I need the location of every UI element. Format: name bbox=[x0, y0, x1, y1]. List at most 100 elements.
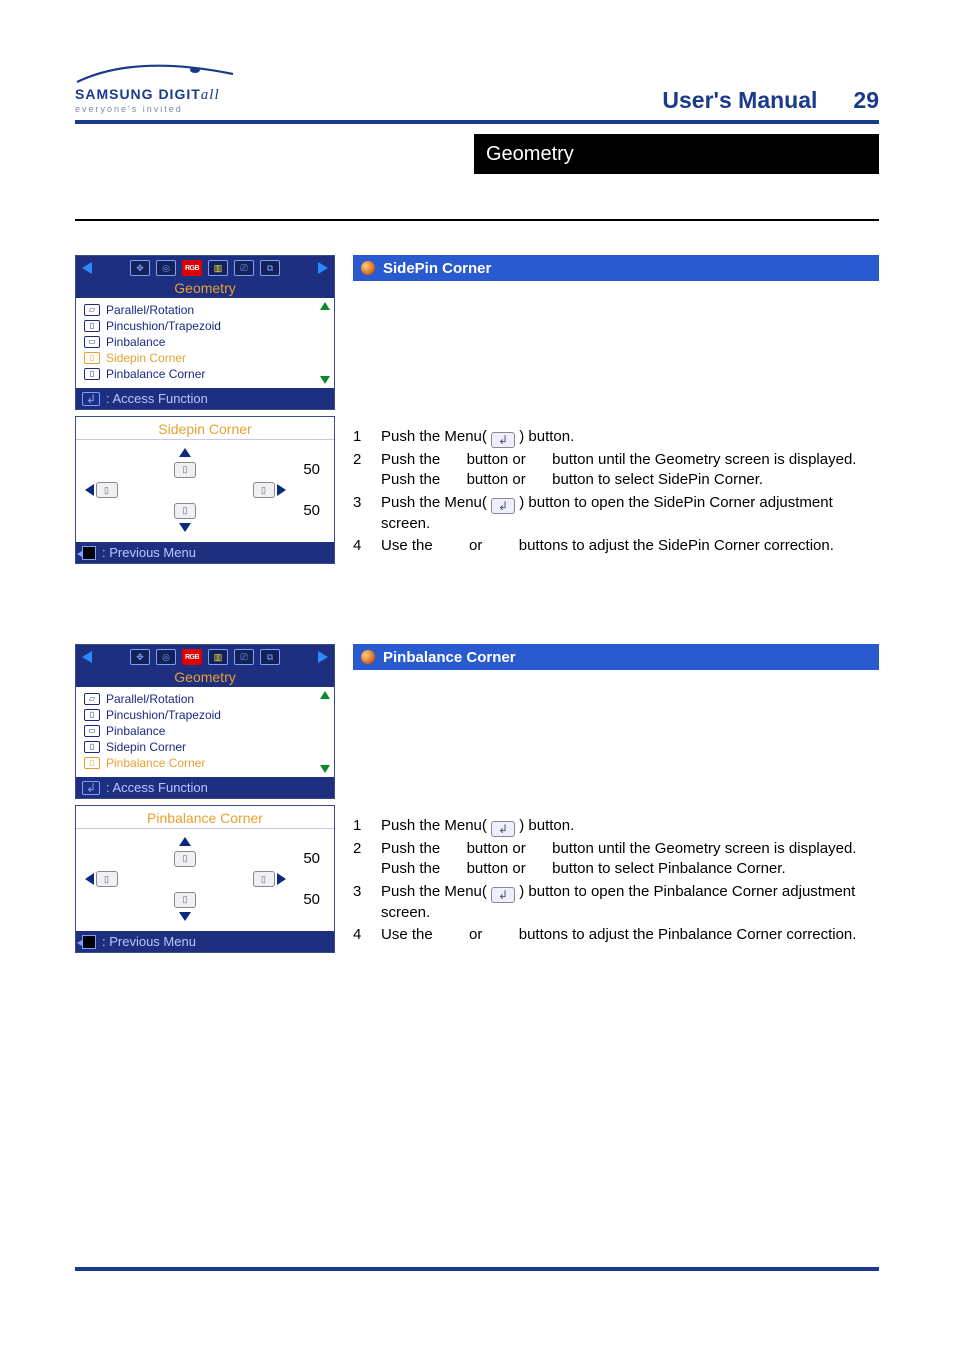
arrow-left-icon[interactable] bbox=[85, 484, 94, 496]
step: Use the or buttons to adjust the SidePin… bbox=[353, 536, 879, 556]
section-sidepin-corner: ✥ ◎ RGB ▥ ⎚ ⧉ Geometry ▱Parallel/Rotatio… bbox=[75, 255, 879, 564]
osd-access-hint: ↲ : Access Function bbox=[76, 777, 334, 798]
position-icon[interactable]: ✥ bbox=[130, 260, 150, 276]
section-banner: On-Screen Display Geometry bbox=[75, 134, 879, 174]
list-item[interactable]: ▯Sidepin Corner bbox=[84, 739, 326, 755]
enter-icon: ↲ bbox=[82, 781, 100, 795]
arrow-right-icon[interactable] bbox=[277, 484, 286, 496]
geometry-row-icon: ▯ bbox=[84, 741, 100, 753]
step: Push the button or button until the Geom… bbox=[353, 839, 879, 880]
osd-adjust-pinbalance: Pinbalance Corner ▯50 ▯ ▯ ▯50 : Previous… bbox=[75, 805, 335, 953]
menu-button-icon: ↲ bbox=[491, 887, 515, 903]
value-top: 50 bbox=[303, 850, 324, 867]
list-item-label: Pinbalance bbox=[106, 334, 165, 350]
geometry-row-icon: ▱ bbox=[84, 693, 100, 705]
list-item[interactable]: ▯Pinbalance Corner bbox=[84, 366, 326, 382]
geometry-row-icon: ▱ bbox=[84, 304, 100, 316]
exit-icon bbox=[82, 935, 96, 949]
arrow-up-icon[interactable] bbox=[179, 448, 191, 457]
nav-right-icon[interactable] bbox=[318, 262, 328, 274]
list-item-label: Parallel/Rotation bbox=[106, 691, 194, 707]
geometry-row-icon: ▯ bbox=[84, 320, 100, 332]
callout-description: Adjust the pinbalance corner setting whe… bbox=[353, 674, 879, 706]
exit-icon bbox=[82, 546, 96, 560]
list-item-label: Pincushion/Trapezoid bbox=[106, 707, 221, 723]
geometry-row-icon: ▯ bbox=[84, 352, 100, 364]
color-icon[interactable]: RGB bbox=[182, 260, 202, 276]
arrow-up-icon[interactable] bbox=[179, 837, 191, 846]
list-item-label: Sidepin Corner bbox=[106, 350, 186, 366]
prev-label: : Previous Menu bbox=[102, 545, 196, 560]
instruction-steps: Push the Menu( ↲ ) button. Push the butt… bbox=[353, 816, 879, 945]
input-icon[interactable]: ⧉ bbox=[260, 260, 280, 276]
nav-right-icon[interactable] bbox=[318, 651, 328, 663]
geometry-row-icon: ▯ bbox=[84, 757, 100, 769]
list-item[interactable]: ▯Pincushion/Trapezoid bbox=[84, 318, 326, 334]
scroll-down-icon[interactable] bbox=[320, 376, 330, 384]
advanced-icon[interactable]: ⎚ bbox=[234, 649, 254, 665]
sidepin-right-icon: ▯ bbox=[253, 482, 275, 498]
list-item-selected[interactable]: ▯ Pinbalance Corner bbox=[84, 755, 326, 771]
advanced-icon[interactable]: ⎚ bbox=[234, 260, 254, 276]
bullet-icon bbox=[361, 650, 375, 664]
arrow-left-icon[interactable] bbox=[85, 873, 94, 885]
step: Push the Menu( ↲ ) button. bbox=[353, 816, 879, 837]
osd-prev-hint: : Previous Menu bbox=[76, 542, 334, 563]
arrow-right-icon[interactable] bbox=[277, 873, 286, 885]
osd-tab-strip: ✥ ◎ RGB ▥ ⎚ ⧉ bbox=[76, 645, 334, 669]
list-item-label: Pinbalance bbox=[106, 723, 165, 739]
access-label: : Access Function bbox=[106, 780, 208, 795]
osd-tab-strip: ✥ ◎ RGB ▥ ⎚ ⧉ bbox=[76, 256, 334, 280]
screen-icon[interactable]: ▥ bbox=[208, 260, 228, 276]
color-icon[interactable]: RGB bbox=[182, 649, 202, 665]
list-item[interactable]: ▭ Pinbalance bbox=[84, 723, 326, 739]
prev-label: : Previous Menu bbox=[102, 934, 196, 949]
position-icon[interactable]: ✥ bbox=[130, 649, 150, 665]
sidepin-left-icon: ▯ bbox=[96, 482, 118, 498]
brand-name: SAMSUNG DIGIT bbox=[75, 86, 201, 102]
page-header: SAMSUNG DIGITall everyone's invited User… bbox=[75, 60, 879, 114]
recall-icon[interactable]: ◎ bbox=[156, 649, 176, 665]
scroll-up-icon[interactable] bbox=[320, 302, 330, 310]
list-item[interactable]: ▱ Parallel/Rotation bbox=[84, 691, 326, 707]
menu-button-icon: ↲ bbox=[491, 432, 515, 448]
manual-title: User's Manual bbox=[662, 87, 817, 114]
brand-logo: SAMSUNG DIGITall everyone's invited bbox=[75, 60, 245, 114]
menu-button-icon: ↲ bbox=[491, 821, 515, 837]
osd-tab-label: Geometry bbox=[76, 280, 334, 298]
step: Push the Menu( ↲ ) button to open the Si… bbox=[353, 493, 879, 534]
header-rule bbox=[75, 120, 879, 124]
osd-adjust-title: Sidepin Corner bbox=[76, 417, 334, 440]
logo-swoosh-icon bbox=[75, 60, 235, 86]
pinbal-vert-icon: ▯ bbox=[174, 851, 196, 867]
screen-icon[interactable]: ▥ bbox=[208, 649, 228, 665]
list-item-selected[interactable]: ▯ Sidepin Corner bbox=[84, 350, 326, 366]
list-item[interactable]: ▭Pinbalance bbox=[84, 334, 326, 350]
pinbal-right-icon: ▯ bbox=[253, 871, 275, 887]
list-item-label: Pinbalance Corner bbox=[106, 755, 205, 771]
scroll-up-icon[interactable] bbox=[320, 691, 330, 699]
footer-rule bbox=[75, 1267, 879, 1271]
nav-left-icon[interactable] bbox=[82, 262, 92, 274]
scroll-down-icon[interactable] bbox=[320, 765, 330, 773]
callout-bar: SidePin Corner bbox=[353, 255, 879, 281]
value-bottom: 50 bbox=[303, 891, 324, 908]
osd-prev-hint: : Previous Menu bbox=[76, 931, 334, 952]
geometry-row-icon: ▭ bbox=[84, 725, 100, 737]
input-icon[interactable]: ⧉ bbox=[260, 649, 280, 665]
step: Push the Menu( ↲ ) button to open the Pi… bbox=[353, 882, 879, 923]
page-number: 29 bbox=[853, 87, 879, 114]
brand-suffix: all bbox=[201, 87, 220, 103]
geometry-row-icon: ▯ bbox=[84, 368, 100, 380]
list-item[interactable]: ▯Pincushion/Trapezoid bbox=[84, 707, 326, 723]
step: Push the button or button until the Geom… bbox=[353, 450, 879, 491]
osd-access-hint: ↲ : Access Function bbox=[76, 388, 334, 409]
pinbal-left-icon: ▯ bbox=[96, 871, 118, 887]
nav-left-icon[interactable] bbox=[82, 651, 92, 663]
arrow-down-icon[interactable] bbox=[179, 523, 191, 532]
enter-icon: ↲ bbox=[82, 392, 100, 406]
recall-icon[interactable]: ◎ bbox=[156, 260, 176, 276]
osd-menu-geometry: ✥ ◎ RGB ▥ ⎚ ⧉ Geometry ▱Parallel/Rotatio… bbox=[75, 644, 335, 799]
list-item[interactable]: ▱Parallel/Rotation bbox=[84, 302, 326, 318]
arrow-down-icon[interactable] bbox=[179, 912, 191, 921]
